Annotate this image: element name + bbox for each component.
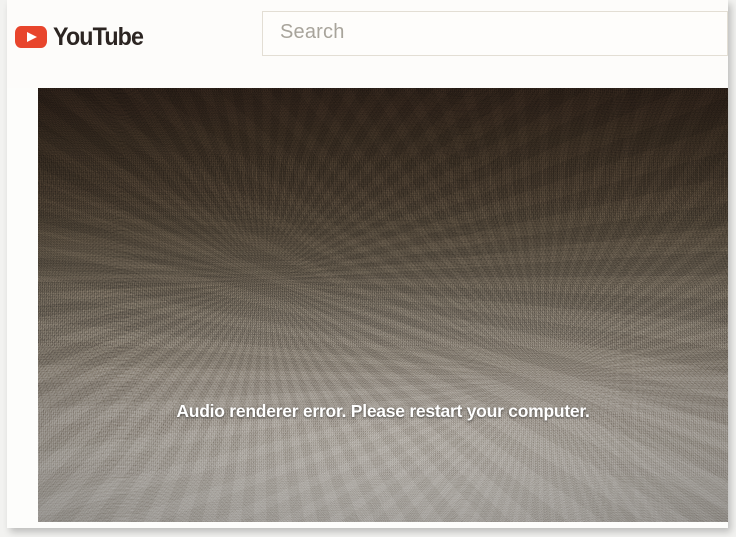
youtube-play-icon [15,26,47,48]
video-grain-layer-b [38,88,728,522]
video-grain-layer-a [38,88,728,522]
search-input[interactable]: Search [280,21,345,44]
video-noise-surface [38,88,728,522]
play-triangle-icon [27,31,37,42]
browser-page-sheet: YouTube Search Audio renderer error. Ple… [7,0,728,528]
youtube-logo[interactable]: YouTube [15,22,150,52]
search-box[interactable]: Search [262,11,728,56]
video-error-message: Audio renderer error. Please restart you… [176,401,590,421]
video-player[interactable]: Audio renderer error. Please restart you… [38,88,728,522]
video-grain-layer-c [38,88,728,522]
youtube-logo-text: YouTube [53,22,144,51]
youtube-header: YouTube Search [7,0,728,88]
video-vignette [38,88,728,522]
